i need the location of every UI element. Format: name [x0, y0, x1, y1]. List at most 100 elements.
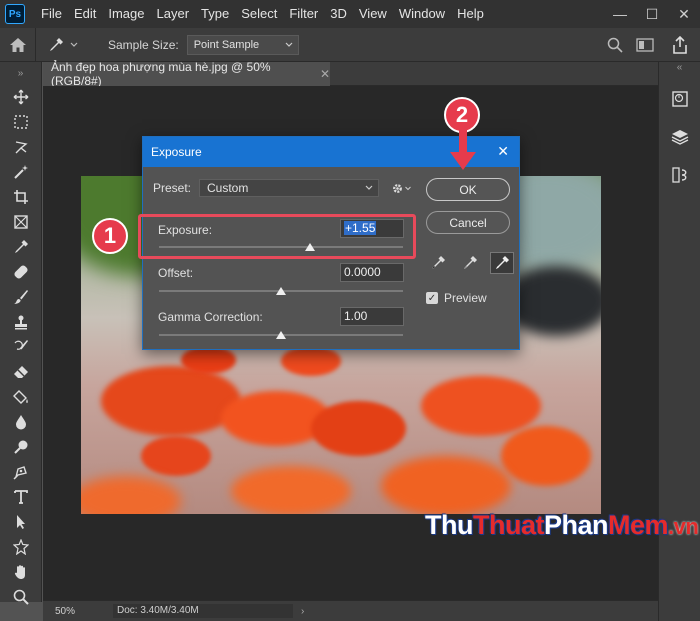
- step-1-badge: 1: [92, 218, 128, 254]
- status-menu-chevron-icon[interactable]: ›: [301, 606, 304, 617]
- eraser-tool[interactable]: [0, 359, 42, 384]
- preset-label: Preset:: [153, 181, 192, 195]
- status-bar: 50% Doc: 3.40M/3.40M ›: [43, 600, 658, 621]
- preset-row: Preset: Custom: [153, 179, 411, 197]
- dodge-icon: [14, 440, 28, 454]
- arrow-down-icon: [450, 128, 476, 170]
- search-button[interactable]: [600, 28, 630, 62]
- options-bar: Sample Size: Point Sample: [0, 27, 700, 62]
- document-tab-bar: Ảnh đẹp hoa phượng mùa hè.jpg @ 50% (RGB…: [43, 60, 658, 88]
- close-icon[interactable]: ✕: [320, 67, 330, 81]
- menu-select[interactable]: Select: [235, 0, 283, 28]
- sample-size-select[interactable]: Point Sample: [186, 34, 299, 55]
- chevron-down-icon: [285, 42, 293, 47]
- magic-wand-tool[interactable]: [0, 159, 42, 184]
- tools-panel: »: [0, 62, 42, 605]
- gamma-label: Gamma Correction:: [158, 310, 263, 324]
- menu-view[interactable]: View: [353, 0, 393, 28]
- brush-icon: [14, 289, 28, 304]
- stamp-icon: [15, 315, 27, 329]
- gray-eyedropper-icon: [464, 256, 477, 269]
- lasso-tool[interactable]: [0, 134, 42, 159]
- document-size: Doc: 3.40M/3.40M: [113, 604, 293, 618]
- cancel-button[interactable]: Cancel: [426, 211, 510, 234]
- eyedropper-tool[interactable]: [0, 234, 42, 259]
- frame-tool[interactable]: [0, 209, 42, 234]
- ok-button[interactable]: OK: [426, 178, 510, 201]
- toolbar-collapse-icon[interactable]: »: [0, 62, 41, 84]
- menu-filter[interactable]: Filter: [283, 0, 324, 28]
- menu-image[interactable]: Image: [102, 0, 150, 28]
- layers-icon: [671, 130, 689, 145]
- eraser-icon: [14, 365, 28, 378]
- crop-tool[interactable]: [0, 184, 42, 209]
- zoom-tool[interactable]: [0, 584, 42, 609]
- stamp-tool[interactable]: [0, 309, 42, 334]
- maximize-button[interactable]: ☐: [636, 0, 668, 28]
- tool-preset-picker[interactable]: [48, 37, 88, 53]
- menu-window[interactable]: Window: [393, 0, 451, 28]
- preview-row[interactable]: ✓ Preview: [426, 291, 487, 305]
- menu-layer[interactable]: Layer: [151, 0, 196, 28]
- share-button[interactable]: [660, 28, 700, 62]
- minimize-button[interactable]: —: [604, 0, 636, 28]
- workspace-button[interactable]: [630, 28, 660, 62]
- dialog-title: Exposure: [151, 145, 202, 159]
- document-tab[interactable]: Ảnh đẹp hoa phượng mùa hè.jpg @ 50% (RGB…: [43, 60, 330, 88]
- offset-slider-thumb[interactable]: [276, 287, 286, 295]
- menu-3d[interactable]: 3D: [324, 0, 353, 28]
- history-panel-button[interactable]: [659, 80, 700, 118]
- chevron-down-icon: [405, 186, 411, 190]
- droplet-icon: [16, 414, 26, 429]
- healing-brush-tool[interactable]: [0, 259, 42, 284]
- blur-tool[interactable]: [0, 409, 42, 434]
- document-tab-title: Ảnh đẹp hoa phượng mùa hè.jpg @ 50% (RGB…: [51, 60, 271, 88]
- paths-panel-button[interactable]: [659, 156, 700, 194]
- sample-size-value: Point Sample: [193, 38, 260, 51]
- move-tool[interactable]: [0, 84, 42, 109]
- sample-size-label: Sample Size:: [108, 37, 179, 52]
- hand-tool[interactable]: [0, 559, 42, 584]
- lasso-icon: [15, 140, 28, 153]
- history-brush-tool[interactable]: [0, 334, 42, 359]
- path-selection-tool[interactable]: [0, 509, 42, 534]
- dialog-close-button[interactable]: ✕: [497, 143, 509, 160]
- options-right-icons: [600, 28, 700, 62]
- preview-checkbox[interactable]: ✓: [426, 292, 438, 304]
- close-window-button[interactable]: ✕: [668, 0, 700, 28]
- home-button[interactable]: [0, 27, 36, 62]
- marquee-tool[interactable]: [0, 109, 42, 134]
- custom-shape-icon: [13, 538, 29, 555]
- type-tool[interactable]: [0, 484, 42, 509]
- watermark-suffix: .vn: [668, 514, 699, 539]
- watermark: ThuThuatPhanMem.vn: [425, 510, 699, 541]
- menu-type[interactable]: Type: [195, 0, 235, 28]
- menu-help[interactable]: Help: [451, 0, 490, 28]
- pen-tool[interactable]: [0, 459, 42, 484]
- dock-collapse-icon[interactable]: «: [659, 62, 700, 80]
- exposure-highlight-box: [138, 214, 416, 259]
- workspace-icon: [636, 38, 654, 52]
- frame-icon: [14, 214, 28, 229]
- gamma-input[interactable]: 1.00: [340, 307, 404, 326]
- hand-icon: [14, 564, 25, 579]
- eyedropper-icon: [50, 37, 63, 51]
- menu-file[interactable]: File: [35, 0, 68, 28]
- zoom-level[interactable]: 50%: [43, 606, 83, 617]
- shape-tool[interactable]: [0, 534, 42, 559]
- brush-tool[interactable]: [0, 284, 42, 309]
- preset-select[interactable]: Custom: [199, 179, 379, 197]
- preset-options-button[interactable]: [391, 182, 411, 195]
- crop-icon: [14, 189, 28, 204]
- magic-wand-icon: [14, 164, 28, 179]
- white-point-eyedropper[interactable]: [490, 252, 514, 274]
- offset-input[interactable]: 0.0000: [340, 263, 404, 282]
- dodge-tool[interactable]: [0, 434, 42, 459]
- gamma-slider-thumb[interactable]: [276, 331, 286, 339]
- layers-panel-button[interactable]: [659, 118, 700, 156]
- gray-point-eyedropper[interactable]: [458, 252, 482, 274]
- menu-edit[interactable]: Edit: [68, 0, 102, 28]
- paint-bucket-tool[interactable]: [0, 384, 42, 409]
- home-icon: [9, 37, 26, 52]
- black-point-eyedropper[interactable]: [426, 252, 450, 274]
